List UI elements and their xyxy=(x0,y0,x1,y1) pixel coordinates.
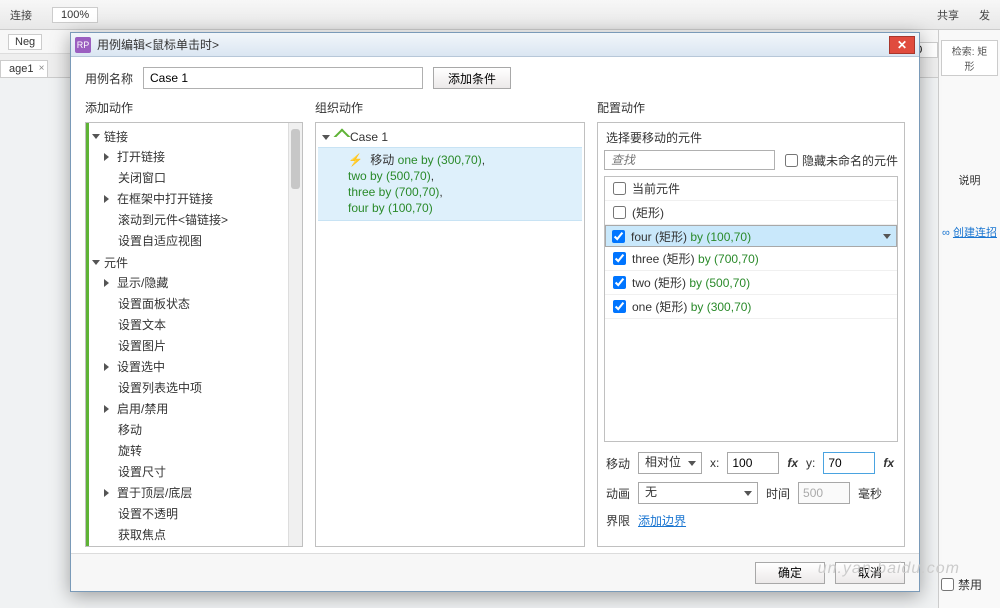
widget-list: 当前元件 (矩形) four (矩形) by (100,70) three (矩… xyxy=(604,176,898,442)
action-set-adaptive[interactable]: 设置自适应视图 xyxy=(92,230,302,251)
list-item[interactable]: 当前元件 xyxy=(605,177,897,201)
org-case[interactable]: Case 1 xyxy=(318,129,582,145)
bolt-icon: ⚡ xyxy=(348,153,363,167)
hide-unnamed-option[interactable]: 隐藏未命名的元件 xyxy=(785,152,898,169)
anim-select[interactable]: 无 xyxy=(638,482,758,504)
anim-label: 动画 xyxy=(606,485,630,502)
close-button[interactable]: ✕ xyxy=(889,36,915,54)
action-set-selected[interactable]: 设置选中 xyxy=(92,356,302,377)
neg-box[interactable]: Neg xyxy=(8,34,42,50)
actions-tree: 链接 打开链接 关闭窗口 在框架中打开链接 滚动到元件<锚链接> 设置自适应视图… xyxy=(86,123,302,547)
action-panel-state[interactable]: 设置面板状态 xyxy=(92,293,302,314)
dialog-title: 用例编辑<鼠标单击时> xyxy=(97,36,219,53)
action-set-list-selected[interactable]: 设置列表选中项 xyxy=(92,377,302,398)
case-editor-dialog: RP 用例编辑<鼠标单击时> ✕ 用例名称 添加条件 添加动作 链接 打开链接 … xyxy=(70,32,920,592)
organize-panel: Case 1 ⚡ 移动 one by (300,70), two by (500… xyxy=(315,122,585,547)
list-item-four[interactable]: four (矩形) by (100,70) xyxy=(605,225,897,247)
list-item-one[interactable]: one (矩形) by (300,70) xyxy=(605,295,897,319)
add-actions-heading: 添加动作 xyxy=(85,97,303,122)
action-close-window[interactable]: 关闭窗口 xyxy=(92,167,302,188)
action-set-size[interactable]: 设置尺寸 xyxy=(92,461,302,482)
action-scroll-anchor[interactable]: 滚动到元件<锚链接> xyxy=(92,209,302,230)
list-item-three[interactable]: three (矩形) by (700,70) xyxy=(605,247,897,271)
ok-button[interactable]: 确定 xyxy=(755,562,825,584)
page-tab-label: age1 xyxy=(9,63,33,75)
action-focus[interactable]: 获取焦点 xyxy=(92,524,302,545)
org-case-label: Case 1 xyxy=(350,130,388,144)
x-input[interactable] xyxy=(727,452,779,474)
list-item-two[interactable]: two (矩形) by (500,70) xyxy=(605,271,897,295)
group-links[interactable]: 链接 xyxy=(92,127,302,146)
add-condition-button[interactable]: 添加条件 xyxy=(433,67,511,89)
action-enable-disable[interactable]: 启用/禁用 xyxy=(92,398,302,419)
bound-label: 界限 xyxy=(606,512,630,529)
dialog-footer: 确定 取消 xyxy=(71,553,919,591)
configure-panel: 选择要移动的元件 隐藏未命名的元件 当前元件 (矩形) four (矩形) by… xyxy=(597,122,905,547)
x-label: x: xyxy=(710,456,719,470)
dialog-title-bar[interactable]: RP 用例编辑<鼠标单击时> ✕ xyxy=(71,33,919,57)
add-boundary-link[interactable]: 添加边界 xyxy=(638,512,686,529)
case-icon xyxy=(334,131,346,143)
close-icon[interactable]: × xyxy=(39,63,45,74)
org-move-action[interactable]: ⚡ 移动 one by (300,70), two by (500,70), t… xyxy=(318,147,582,221)
action-open-link[interactable]: 打开链接 xyxy=(92,146,302,167)
action-open-in-frame[interactable]: 在框架中打开链接 xyxy=(92,188,302,209)
zoom-level[interactable]: 100% xyxy=(52,7,98,23)
right-panel: 检索: 矩形 说明 ∞ 创建连招 禁用 xyxy=(938,30,1000,608)
filter-label: 检索: 矩形 xyxy=(941,40,998,76)
hide-unnamed-checkbox[interactable] xyxy=(785,154,798,167)
time-label: 时间 xyxy=(766,485,790,502)
action-bring-front[interactable]: 置于顶层/底层 xyxy=(92,482,302,503)
cancel-button[interactable]: 取消 xyxy=(835,562,905,584)
action-move[interactable]: 移动 xyxy=(92,419,302,440)
action-show-hide[interactable]: 显示/隐藏 xyxy=(92,272,302,293)
toolbar-connect[interactable]: 连接 xyxy=(10,7,32,23)
action-rotate[interactable]: 旋转 xyxy=(92,440,302,461)
ms-label: 毫秒 xyxy=(858,485,882,502)
move-mode-select[interactable]: 相对位 xyxy=(638,452,702,474)
toolbar-publish[interactable]: 发 xyxy=(979,7,990,23)
disable-checkbox[interactable] xyxy=(941,578,954,591)
time-input xyxy=(798,482,850,504)
actions-scrollbar[interactable] xyxy=(288,123,302,546)
action-opacity[interactable]: 设置不透明 xyxy=(92,503,302,524)
desc-heading: 说明 xyxy=(941,172,998,188)
action-set-text[interactable]: 设置文本 xyxy=(92,314,302,335)
fx-x-button[interactable]: fx xyxy=(787,456,798,470)
group-widgets[interactable]: 元件 xyxy=(92,253,302,272)
app-toolbar: 连接 100% 共享 发 xyxy=(0,0,1000,30)
widget-search-input[interactable] xyxy=(604,150,775,170)
action-expand-tree[interactable]: 展开/折叠树节点 xyxy=(92,545,302,547)
case-name-label: 用例名称 xyxy=(85,70,133,87)
app-icon: RP xyxy=(75,37,91,53)
case-name-row: 用例名称 添加条件 xyxy=(85,67,905,89)
cfg-subheading: 选择要移动的元件 xyxy=(604,129,898,150)
list-item[interactable]: (矩形) xyxy=(605,201,897,225)
actions-panel: 链接 打开链接 关闭窗口 在框架中打开链接 滚动到元件<锚链接> 设置自适应视图… xyxy=(85,122,303,547)
page-tab[interactable]: age1 × xyxy=(0,60,48,77)
disable-label: 禁用 xyxy=(958,576,982,593)
move-config-form: 移动 相对位 x: fx y: fx 动画 无 时间 xyxy=(598,448,904,545)
configure-heading: 配置动作 xyxy=(597,97,905,122)
toolbar-share[interactable]: 共享 xyxy=(937,7,959,23)
move-label: 移动 xyxy=(606,455,630,472)
organize-heading: 组织动作 xyxy=(315,97,585,122)
y-input[interactable] xyxy=(823,452,875,474)
create-link[interactable]: 创建连招 xyxy=(953,227,997,239)
y-label: y: xyxy=(806,456,815,470)
fx-y-button[interactable]: fx xyxy=(883,456,894,470)
case-name-input[interactable] xyxy=(143,67,423,89)
action-set-image[interactable]: 设置图片 xyxy=(92,335,302,356)
